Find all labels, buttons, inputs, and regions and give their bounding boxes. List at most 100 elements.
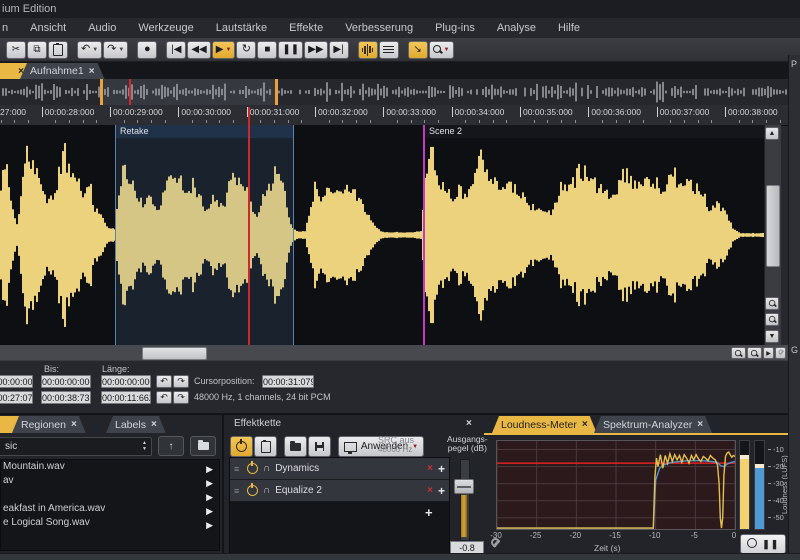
- horizontal-scroll-thumb[interactable]: [142, 347, 207, 360]
- fx-open-button[interactable]: [284, 436, 307, 457]
- loop-button[interactable]: ↻: [236, 41, 256, 59]
- waveform-display[interactable]: Retake Scene 2: [0, 125, 764, 345]
- bis-field-row1[interactable]: 00:00:00:000: [41, 375, 91, 388]
- effects-list[interactable]: ≡∩Dynamics×+≡∩Equalize 2×+: [229, 457, 450, 556]
- grip-icon[interactable]: ≡: [234, 486, 242, 496]
- zoom-tool-button[interactable]: ▼: [429, 41, 454, 59]
- fx-new-button[interactable]: [254, 436, 277, 457]
- tab-regionen[interactable]: Regionen ×: [12, 416, 86, 433]
- menu-hilfe[interactable]: Hilfe: [547, 18, 591, 38]
- forward-button[interactable]: ▶▶: [304, 41, 327, 59]
- waveform-view-button[interactable]: [358, 41, 378, 59]
- folder-up-button[interactable]: ↑: [158, 436, 184, 456]
- horizontal-scrollbar[interactable]: [0, 345, 800, 360]
- add-effect-button[interactable]: +: [425, 505, 433, 520]
- file-row[interactable]: av▶: [1, 474, 219, 488]
- preview-play-icon[interactable]: ▶: [206, 518, 213, 532]
- overview-viewport[interactable]: [100, 79, 278, 105]
- record-button[interactable]: ●: [137, 41, 157, 59]
- timeline-ruler[interactable]: 00:00:27:00000:00:28:00000:00:29:00000:0…: [0, 105, 788, 126]
- menu-verbesserung[interactable]: Verbesserung: [334, 18, 424, 38]
- scene2-marker-line[interactable]: [423, 125, 425, 345]
- rewind-button[interactable]: ◀◀: [187, 41, 210, 59]
- file-list[interactable]: Mountain.wav▶av▶▶eakfast in America.wav▶…: [0, 459, 220, 551]
- remove-effect-icon[interactable]: ×: [427, 485, 433, 496]
- laenge-field-row2[interactable]: 00:00:11:662: [101, 391, 151, 404]
- zoom-out-vertical-button[interactable]: [765, 313, 779, 326]
- menu-ansicht[interactable]: Ansicht: [19, 18, 77, 38]
- selection-region[interactable]: Retake: [115, 125, 294, 345]
- redo-small-button2[interactable]: ↷: [173, 391, 189, 404]
- zoom-play-button[interactable]: ▶: [763, 347, 774, 359]
- file-row[interactable]: eakfast in America.wav▶: [1, 502, 219, 516]
- list-view-button[interactable]: [379, 41, 399, 59]
- close-icon[interactable]: ×: [697, 419, 703, 430]
- von-field-row2[interactable]: 00:00:27:073: [0, 391, 33, 404]
- pause-meter-button[interactable]: ❚❚: [762, 539, 779, 550]
- redo-small-button[interactable]: ↷: [173, 375, 189, 388]
- edit-tool-button[interactable]: ↘: [408, 41, 428, 59]
- effect-row[interactable]: ≡∩Dynamics×+: [230, 458, 449, 480]
- scroll-up-button[interactable]: ▲: [765, 127, 779, 140]
- output-fader-handle[interactable]: [454, 479, 474, 494]
- menu-audio[interactable]: Audio: [77, 18, 127, 38]
- file-row[interactable]: Mountain.wav▶: [1, 460, 219, 474]
- dock-tab-p[interactable]: P: [791, 59, 800, 69]
- cut-button[interactable]: ✂: [6, 41, 26, 59]
- menu-plug-ins[interactable]: Plug-ins: [424, 18, 486, 38]
- laenge-field-row1[interactable]: 00:00:00:000: [101, 375, 151, 388]
- close-icon[interactable]: ×: [89, 66, 95, 77]
- skip-start-button[interactable]: |◀: [166, 41, 186, 59]
- overview-marker-right[interactable]: [275, 79, 278, 105]
- fx-power-button[interactable]: [230, 436, 253, 457]
- undo-small-button2[interactable]: ↶: [156, 391, 172, 404]
- tab-spektrum-analyzer[interactable]: Spektrum-Analyzer ×: [594, 416, 712, 433]
- doc-tab-aufnahme1[interactable]: Aufnahme1 ×: [20, 63, 105, 79]
- menu-n[interactable]: n: [0, 18, 19, 38]
- right-dock-strip[interactable]: P G: [788, 55, 800, 560]
- scroll-down-button[interactable]: ▼: [765, 330, 779, 343]
- skip-end-button[interactable]: ▶|: [329, 41, 349, 59]
- close-icon[interactable]: ×: [466, 418, 472, 429]
- von-field-row1[interactable]: 00:00:00:000: [0, 375, 33, 388]
- open-folder-button[interactable]: [190, 436, 216, 456]
- headphones-icon[interactable]: ∩: [263, 485, 270, 496]
- remove-effect-icon[interactable]: ×: [427, 463, 433, 474]
- file-row[interactable]: ▶: [1, 488, 219, 502]
- dock-tab-g[interactable]: G: [791, 345, 800, 355]
- overview-strip[interactable]: [0, 79, 788, 106]
- stop-button[interactable]: ■: [257, 41, 277, 59]
- headphones-icon[interactable]: ∩: [263, 463, 270, 474]
- play-button[interactable]: ▶▼: [212, 41, 236, 59]
- copy-button[interactable]: ⧉: [27, 41, 47, 59]
- menu-effekte[interactable]: Effekte: [278, 18, 334, 38]
- grip-icon[interactable]: ≡: [234, 464, 242, 474]
- folder-dropdown[interactable]: sic ▲▼: [0, 437, 152, 456]
- fx-save-button[interactable]: [308, 436, 331, 457]
- bis-field-row2[interactable]: 00:00:38:735: [41, 391, 91, 404]
- file-row[interactable]: e Logical Song.wav▶: [1, 516, 219, 530]
- pause-button[interactable]: ❚❚: [278, 41, 303, 59]
- vertical-scroll-thumb[interactable]: [766, 185, 780, 267]
- menu-analyse[interactable]: Analyse: [486, 18, 547, 38]
- close-icon[interactable]: ×: [582, 419, 588, 430]
- effect-power-icon[interactable]: [247, 463, 258, 474]
- menu-werkzeuge[interactable]: Werkzeuge: [127, 18, 204, 38]
- reset-button[interactable]: [747, 535, 757, 553]
- cursorposition-field[interactable]: 00:00:31:079: [262, 375, 314, 388]
- wave-settings-button[interactable]: [775, 347, 786, 359]
- zoom-out-button[interactable]: [747, 347, 762, 359]
- tab-labels[interactable]: Labels ×: [106, 416, 166, 433]
- effect-power-icon[interactable]: [247, 485, 258, 496]
- effect-row[interactable]: ≡∩Equalize 2×+: [230, 480, 449, 502]
- add-effect-icon[interactable]: +: [438, 484, 445, 498]
- close-icon[interactable]: ×: [71, 419, 77, 430]
- overview-marker-left[interactable]: [100, 79, 103, 105]
- add-effect-icon[interactable]: +: [438, 462, 445, 476]
- close-icon[interactable]: ×: [151, 419, 157, 430]
- undo-button[interactable]: ↶▼: [77, 41, 102, 59]
- zoom-in-button[interactable]: [731, 347, 746, 359]
- tab-loudness-meter[interactable]: Loudness-Meter ×: [492, 416, 597, 433]
- menu-lautstrke[interactable]: Lautstärke: [205, 18, 278, 38]
- paste-button[interactable]: [48, 41, 68, 59]
